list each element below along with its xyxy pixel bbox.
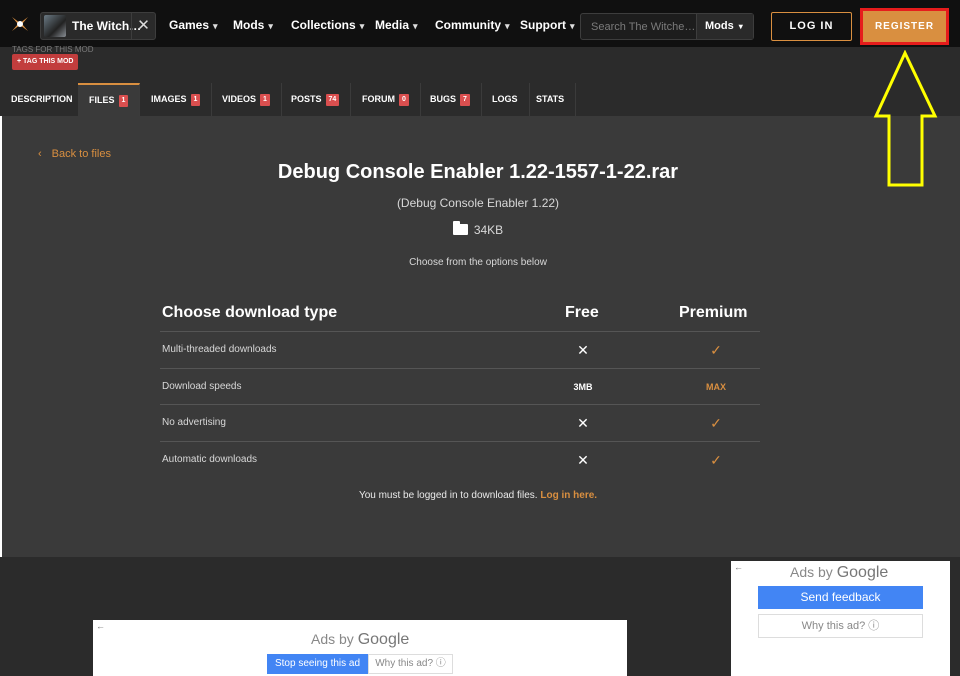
forum-count-badge: 0	[399, 94, 409, 106]
download-type-table: Choose download type Free Premium Multi-…	[160, 286, 760, 478]
chevron-down-icon: ▾	[505, 21, 510, 31]
feature-label: No advertising	[162, 417, 226, 428]
chevron-down-icon: ▾	[213, 21, 218, 31]
ads-by-google-label: Ads by Google	[311, 631, 410, 648]
download-panel: ‹ Back to files Debug Console Enabler 1.2…	[2, 116, 960, 557]
feature-label: Multi-threaded downloads	[162, 344, 277, 355]
table-heading: Choose download type	[162, 304, 338, 321]
ad-banner-left: ← Ads by Google Stop seeing this ad Why …	[93, 620, 627, 676]
checkmark-icon: ✓	[710, 451, 722, 468]
nav-mods[interactable]: Mods ▾	[233, 18, 273, 32]
chevron-down-icon: ▾	[359, 21, 365, 31]
send-feedback-button[interactable]: Send feedback	[758, 586, 923, 609]
top-navbar: The Witch… ✕ Games ▾ Mods ▾ Collections ▾ M…	[0, 0, 960, 47]
tab-stats[interactable]: STATS	[525, 83, 577, 116]
close-icon[interactable]: ✕	[131, 13, 155, 39]
login-required-note: You must be logged in to download files.…	[358, 490, 598, 501]
yellow-arrow-annotation	[873, 50, 938, 187]
images-count-badge: 1	[190, 94, 201, 106]
table-row: No advertising ✕ ✓	[160, 405, 760, 442]
tab-files[interactable]: FILES 1	[78, 83, 141, 116]
tab-videos[interactable]: VIDEOS 1	[211, 83, 282, 116]
nexus-logo-icon[interactable]	[10, 14, 30, 34]
chevron-down-icon: ▾	[413, 21, 418, 31]
free-column-header: Free	[565, 304, 599, 321]
tab-forum[interactable]: FORUM 0	[351, 83, 421, 116]
login-here-link[interactable]: Log in here.	[540, 490, 597, 501]
file-size: 34KB	[2, 221, 954, 237]
feature-label: Download speeds	[162, 380, 242, 392]
folder-icon	[452, 221, 468, 235]
posts-count-badge: 74	[325, 94, 340, 106]
tab-images[interactable]: IMAGES 1	[140, 83, 213, 116]
table-row: Automatic downloads ✕ ✓	[160, 442, 760, 479]
file-title: Debug Console Enabler 1.22-1557-1-22.rar	[277, 161, 679, 183]
tab-posts[interactable]: POSTS 74	[280, 83, 352, 116]
tag-this-mod-button[interactable]: + TAG THIS MOD	[12, 54, 79, 70]
login-button[interactable]: LOG IN	[771, 12, 852, 41]
table-header: Choose download type Free Premium	[160, 286, 760, 332]
choose-options-text: Choose from the options below	[409, 257, 547, 268]
game-selector[interactable]: The Witch… ✕	[40, 12, 156, 40]
cross-icon: ✕	[577, 342, 589, 358]
checkmark-icon: ✓	[710, 342, 722, 358]
tab-logs[interactable]: LOGS	[481, 83, 530, 116]
tag-row: TAGS FOR THIS MOD + TAG THIS MOD	[0, 45, 960, 83]
nav-media[interactable]: Media ▾	[375, 18, 418, 32]
tab-description[interactable]: DESCRIPTION	[0, 83, 85, 116]
ads-by-google-label: Ads by Google	[790, 564, 889, 581]
mod-tabs: DESCRIPTION FILES 1 IMAGES 1 VIDEOS 1 POSTS…	[0, 83, 960, 116]
back-arrow-icon[interactable]: ←	[734, 562, 743, 572]
back-to-files-link[interactable]: ‹ Back to files	[38, 148, 111, 160]
nav-community[interactable]: Community ▾	[435, 18, 510, 32]
chevron-left-icon: ‹	[38, 148, 42, 160]
cross-icon: ✕	[577, 415, 589, 431]
why-this-ad-button[interactable]: Why this ad? ⓘ	[368, 654, 453, 674]
search-input[interactable]: Search The Witche…	[591, 21, 695, 33]
ad-banner-right: ← Ads by Google Send feedback Why this a…	[731, 561, 950, 676]
bugs-count-badge: 7	[460, 94, 470, 106]
table-row: Multi-threaded downloads ✕ ✓	[160, 332, 760, 369]
premium-column-header: Premium	[679, 304, 748, 321]
files-count-badge: 1	[118, 95, 129, 107]
chevron-down-icon: ▾	[268, 21, 273, 31]
stop-seeing-ad-button[interactable]: Stop seeing this ad	[267, 654, 368, 674]
back-arrow-icon[interactable]: ←	[96, 621, 105, 631]
search-box: Search The Witche… Mods ▾	[580, 13, 754, 40]
premium-speed-value: MAX	[706, 381, 726, 392]
feature-label: Automatic downloads	[162, 453, 258, 465]
nav-collections[interactable]: Collections ▾	[291, 18, 364, 32]
table-row: Download speeds 3MB MAX	[160, 369, 760, 405]
cross-icon: ✕	[577, 451, 589, 468]
search-scope-select[interactable]: Mods ▾	[696, 14, 753, 39]
tab-bugs[interactable]: BUGS 7	[419, 83, 482, 116]
tags-label: TAGS FOR THIS MOD	[12, 45, 94, 54]
checkmark-icon: ✓	[710, 415, 722, 431]
register-button[interactable]: REGISTER	[863, 11, 946, 42]
free-speed-value: 3MB	[573, 381, 593, 392]
nav-games[interactable]: Games ▾	[169, 18, 218, 32]
chevron-down-icon: ▾	[570, 21, 575, 31]
chevron-down-icon: ▾	[738, 22, 743, 31]
nav-support[interactable]: Support ▾	[520, 18, 575, 32]
file-subtitle: (Debug Console Enabler 1.22)	[396, 196, 560, 210]
why-this-ad-button[interactable]: Why this ad? ⓘ	[758, 614, 923, 638]
game-thumbnail	[44, 15, 66, 37]
videos-count-badge: 1	[260, 94, 270, 106]
